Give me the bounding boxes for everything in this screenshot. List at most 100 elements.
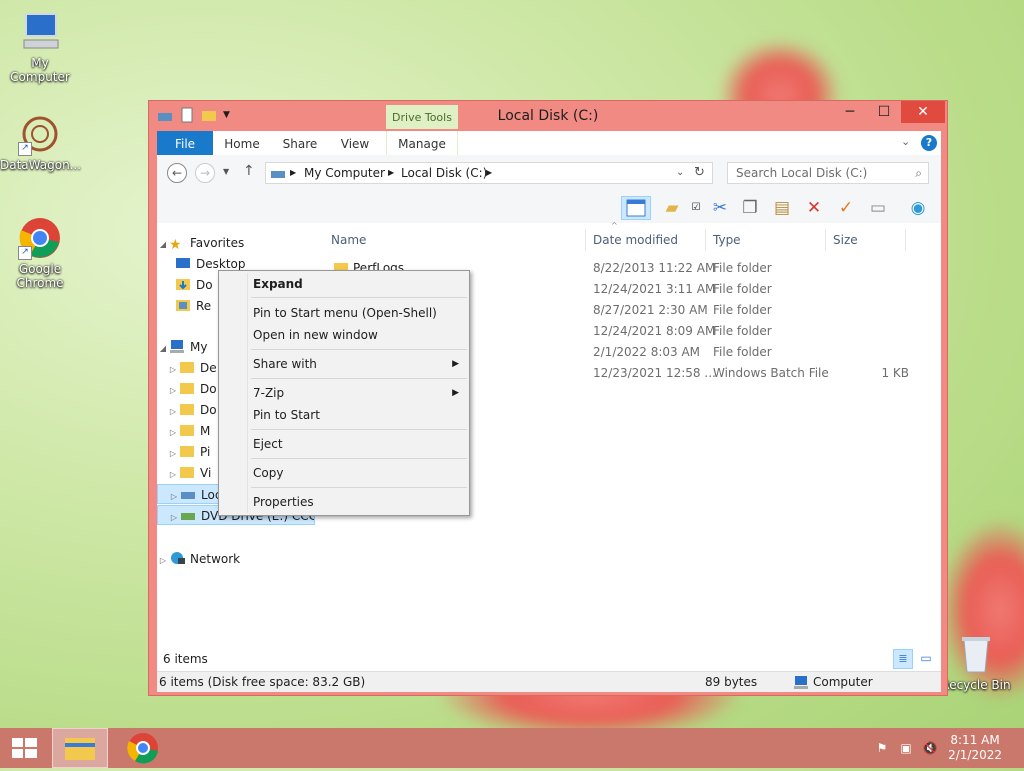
chevron-down-icon[interactable]: ⌄ [901, 135, 910, 148]
checkbox-icon[interactable]: ☑ [683, 196, 709, 220]
folder-icon [179, 465, 195, 479]
network-tray-icon[interactable]: ▣ [898, 741, 914, 755]
file-date: 12/24/2021 8:09 AM [593, 324, 716, 338]
minimize-button[interactable]: ─ [833, 101, 867, 123]
tab-manage[interactable]: Manage [386, 131, 458, 155]
nav-item-label: Network [190, 552, 241, 566]
desktop-icon-datawagon[interactable]: ↗ DataWagon... [0, 112, 81, 172]
ribbon-tabs: File Home Share View Manage ⌄ ? [157, 131, 941, 155]
properties-icon[interactable]: ▭ [865, 196, 891, 220]
expand-arrow-icon[interactable]: ▷ [167, 423, 179, 441]
tab-file[interactable]: File [157, 131, 213, 155]
file-type: File folder [713, 282, 772, 296]
menu-item-properties[interactable]: Properties [219, 491, 469, 513]
computer-icon [18, 10, 62, 54]
taskbar-chrome[interactable] [114, 728, 172, 768]
preview-pane-icon[interactable] [621, 196, 651, 220]
paste-icon[interactable]: ▤ [769, 196, 795, 220]
file-type: Windows Batch File [713, 366, 829, 380]
desktop-icon-my-computer[interactable]: My Computer [0, 10, 80, 84]
file-date: 12/24/2021 3:11 AM [593, 282, 716, 296]
menu-item-7zip[interactable]: 7-Zip ▶ [219, 382, 469, 404]
clock-date: 2/1/2022 [948, 748, 1002, 762]
breadcrumb-my-computer[interactable]: My Computer [304, 163, 385, 183]
taskbar-file-explorer[interactable] [52, 728, 108, 768]
desktop-icon-google-chrome[interactable]: ↗ Google Chrome [0, 216, 80, 290]
address-dropdown-icon[interactable]: ⌄ [676, 163, 684, 183]
expand-arrow-icon[interactable]: ▷ [167, 360, 179, 378]
nav-item-network[interactable]: ▷ Network [157, 549, 315, 569]
column-header-size[interactable]: Size [833, 229, 858, 251]
column-header-name[interactable]: Name [331, 229, 366, 251]
status-size: 89 bytes [705, 675, 758, 689]
shell-icon[interactable]: ◉ [905, 196, 931, 220]
menu-item-open-new-window[interactable]: Open in new window [219, 324, 469, 346]
help-icon[interactable]: ? [921, 135, 937, 151]
back-button[interactable]: ← [167, 163, 187, 183]
menu-item-label: Properties [253, 495, 314, 509]
rename-check-icon[interactable]: ✓ [833, 196, 859, 220]
search-icon: ⌕ [915, 166, 922, 180]
column-header-type[interactable]: Type [713, 229, 741, 251]
expand-arrow-icon[interactable]: ▷ [167, 465, 179, 483]
tab-home[interactable]: Home [217, 131, 267, 155]
expand-arrow-icon[interactable]: ▷ [157, 551, 169, 569]
details-view-icon[interactable]: ≣ [893, 649, 913, 669]
item-count: 6 items [163, 652, 208, 666]
computer-icon [169, 339, 185, 353]
system-clock[interactable]: 8:11 AM 2/1/2022 [948, 733, 1002, 763]
computer-icon [793, 675, 809, 695]
submenu-arrow-icon: ▶ [452, 359, 459, 369]
column-header-date[interactable]: Date modified [593, 229, 678, 251]
nav-item-label: De [200, 361, 217, 375]
menu-item-eject[interactable]: Eject [219, 433, 469, 455]
expand-arrow-icon[interactable]: ▷ [167, 444, 179, 462]
folder-icon [179, 381, 195, 395]
menu-item-pin-to-start-menu[interactable]: Pin to Start menu (Open-Shell) [219, 302, 469, 324]
delete-icon[interactable]: ✕ [801, 196, 827, 220]
recent-locations-icon[interactable]: ▼ [223, 167, 229, 176]
collapse-arrow-icon[interactable]: ◢ [157, 235, 169, 253]
expand-arrow-icon[interactable]: ▷ [168, 508, 180, 524]
address-bar[interactable]: ▶ My Computer ▶ Local Disk (C:) ▶ ⌄ ↻ [265, 162, 713, 184]
forward-button[interactable]: → [195, 163, 215, 183]
expand-arrow-icon[interactable]: ▷ [167, 381, 179, 399]
nav-item-label: Desktop [196, 257, 246, 271]
action-center-flag-icon[interactable]: ⚑ [874, 741, 890, 755]
nav-item-label: Re [196, 299, 212, 313]
menu-item-expand[interactable]: Expand [219, 273, 469, 295]
desktop-icon-recycle-bin[interactable]: Recycle Bin [936, 632, 1016, 692]
column-divider [705, 229, 706, 251]
large-icons-view-icon[interactable]: ▭ [917, 649, 935, 667]
close-button[interactable]: ✕ [901, 101, 945, 123]
refresh-icon[interactable]: ↻ [694, 163, 705, 183]
folder-icon [179, 423, 195, 437]
nav-item-favorites[interactable]: ◢ ★ Favorites [157, 233, 315, 253]
search-input[interactable]: Search Local Disk (C:) ⌕ [727, 162, 929, 184]
menu-separator [251, 458, 467, 459]
breadcrumb-local-disk[interactable]: Local Disk (C:) [401, 163, 487, 183]
maximize-button[interactable]: ☐ [867, 101, 901, 123]
collapse-arrow-icon[interactable]: ◢ [157, 339, 169, 357]
menu-item-pin-to-start[interactable]: Pin to Start [219, 404, 469, 426]
folder-icon [179, 402, 195, 416]
expand-arrow-icon[interactable]: ▷ [168, 487, 180, 503]
menu-item-label: 7-Zip [253, 386, 285, 400]
menu-item-label: Eject [253, 437, 283, 451]
up-button[interactable]: ↑ [243, 163, 255, 179]
menu-item-copy[interactable]: Copy [219, 462, 469, 484]
expand-arrow-icon[interactable]: ▷ [167, 402, 179, 420]
file-type: File folder [713, 261, 772, 275]
open-folder-icon[interactable]: ▰ [659, 196, 685, 220]
tab-view[interactable]: View [331, 131, 379, 155]
volume-muted-icon[interactable]: 🔇 [922, 741, 938, 755]
submenu-arrow-icon: ▶ [452, 388, 459, 398]
start-button[interactable] [0, 728, 48, 768]
file-size: 1 KB [881, 366, 909, 380]
copy-icon[interactable]: ❐ [737, 196, 763, 220]
status-bar: 6 items ≣ ▭ 6 items (Disk free space: 83… [157, 649, 941, 692]
tab-share[interactable]: Share [275, 131, 325, 155]
menu-item-share-with[interactable]: Share with ▶ [219, 353, 469, 375]
cut-icon[interactable]: ✂ [707, 196, 733, 220]
file-date: 2/1/2022 8:03 AM [593, 345, 701, 359]
